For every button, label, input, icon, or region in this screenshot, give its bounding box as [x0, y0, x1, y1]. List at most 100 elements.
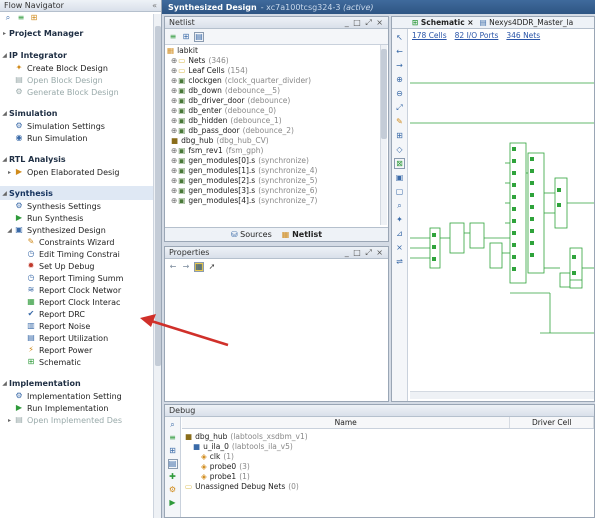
flatten-icon[interactable]: ▤	[194, 31, 204, 42]
netlist-row[interactable]: ⊕ ▣ gen_modules[1].s (synchronize_4)	[165, 165, 381, 175]
expanded-triangle-icon[interactable]: ◢	[0, 52, 9, 59]
netlist-root[interactable]: ▦ labkit	[165, 45, 381, 55]
expand-icon[interactable]: ⊕	[171, 76, 177, 85]
expand-all-icon[interactable]: ⊞	[181, 32, 191, 42]
netlist-row[interactable]: ⊕ ▣ gen_modules[4].s (synchronize_7)	[165, 195, 381, 205]
nav-item[interactable]: ✎ Constraints Wizard	[0, 236, 161, 248]
expand-icon[interactable]: ⊕	[171, 66, 177, 75]
section-ip[interactable]: ◢ IP Integrator	[0, 48, 161, 62]
tab-schematic[interactable]: ⊞ Schematic ×	[412, 18, 474, 27]
nav-item[interactable]: ▶ Run Implementation	[0, 402, 161, 414]
expanded-triangle-icon[interactable]: ◢	[0, 190, 9, 197]
close-icon[interactable]: ×	[467, 18, 473, 27]
scroll-thumb[interactable]	[155, 26, 161, 366]
section-syn[interactable]: ◢ Synthesis	[0, 186, 161, 200]
nav-item[interactable]: ▦ Report Clock Interac	[0, 296, 161, 308]
search-icon[interactable]: ⌕	[3, 13, 13, 23]
search-icon[interactable]: ⌕	[168, 420, 178, 430]
debug-row[interactable]: ◈ clk (1)	[185, 451, 308, 461]
expand-icon[interactable]: ⊕	[171, 196, 177, 205]
window-controls[interactable]: _ □ ⤢ ×	[345, 18, 384, 28]
expand-icon[interactable]: ⊕	[171, 106, 177, 115]
expanded-triangle-icon[interactable]: ◢	[0, 110, 9, 117]
flow-navigator-scrollbar[interactable]	[153, 14, 161, 518]
nav-item[interactable]: ✹ Set Up Debug	[0, 260, 161, 272]
netlist-row[interactable]: ⊕ ▣ db_pass_door (debounce_2)	[165, 125, 381, 135]
section-impl[interactable]: ◢ Implementation	[0, 376, 161, 390]
netlist-row[interactable]: ⊕ ▣ gen_modules[3].s (synchronize_6)	[165, 185, 381, 195]
expand-icon[interactable]: ⊕	[171, 146, 177, 155]
expand-icon[interactable]: ⊕	[171, 126, 177, 135]
tab-constraints-file[interactable]: ▤ Nexys4DDR_Master_la	[480, 18, 574, 27]
nav-item[interactable]: ▥ Report Noise	[0, 320, 161, 332]
run-debug-icon[interactable]: ▶	[168, 498, 178, 508]
nets-link[interactable]: 346 Nets	[506, 31, 540, 40]
link-icon[interactable]: ⇌	[394, 256, 405, 267]
netlist-row[interactable]: ⊕ ▭ Nets (346)	[165, 55, 381, 65]
nav-item[interactable]: ⚡ Report Power	[0, 344, 161, 356]
expand-icon[interactable]: ⊕	[171, 186, 177, 195]
nav-item[interactable]: ⚙ Generate Block Design	[0, 86, 161, 98]
forward-icon[interactable]: →	[394, 60, 405, 71]
debug-row[interactable]: ◈ probe0 (3)	[185, 461, 308, 471]
zoom-fit-icon[interactable]: ⤢	[394, 102, 405, 113]
tab-netlist[interactable]: ▦ Netlist	[282, 230, 322, 239]
nav-item[interactable]: ⚙ Implementation Setting	[0, 390, 161, 402]
expand-icon[interactable]: ⊕	[171, 176, 177, 185]
nav-item[interactable]: ▶ Run Synthesis	[0, 212, 161, 224]
netlist-row[interactable]: ⊕ ▣ db_enter (debounce_0)	[165, 105, 381, 115]
netlist-row[interactable]: ⊕ ▣ gen_modules[2].s (synchronize_5)	[165, 175, 381, 185]
expand-icon[interactable]: ⊞	[394, 130, 405, 141]
unmark-icon[interactable]: ▢	[394, 186, 405, 197]
netlist-row[interactable]: ⊕ ▣ db_down (debounce__5)	[165, 85, 381, 95]
netlist-row[interactable]: ⊕ ▣ db_driver_door (debounce)	[165, 95, 381, 105]
highlight-icon[interactable]: ✎	[394, 116, 405, 127]
collapsed-triangle-icon[interactable]: ▸	[5, 417, 14, 424]
collapsed-triangle-icon[interactable]: ▸	[5, 169, 14, 176]
collapse-all-icon[interactable]: ≡	[168, 32, 178, 42]
nav-item[interactable]: ◢ ▣ Synthesized Design	[0, 224, 161, 236]
netlist-row[interactable]: ⊕ ▣ db_hidden (debounce_1)	[165, 115, 381, 125]
mark-icon[interactable]: ▣	[394, 172, 405, 183]
debug-row[interactable]: ◈ probe1 (1)	[185, 471, 308, 481]
expand-all-icon[interactable]: ⊞	[168, 446, 178, 456]
expanded-triangle-icon[interactable]: ◢	[0, 156, 9, 163]
netlist-row[interactable]: ⊕ ▣ gen_modules[0].s (synchronize)	[165, 155, 381, 165]
delete-icon[interactable]: ×	[394, 242, 405, 253]
back-icon[interactable]: ←	[168, 262, 178, 272]
window-controls[interactable]: _ □ ⤢ ×	[345, 248, 384, 258]
expand-icon[interactable]: ⊕	[171, 86, 177, 95]
nav-item[interactable]: ▤ Open Block Design	[0, 74, 161, 86]
collapsed-triangle-icon[interactable]: ▸	[0, 30, 9, 37]
nav-item[interactable]: ⊞ Schematic	[0, 356, 161, 368]
debug-settings-icon[interactable]: ⚙	[168, 485, 178, 495]
regenerate-icon[interactable]: ⊠	[394, 158, 405, 169]
expanded-triangle-icon[interactable]: ◢	[5, 227, 14, 234]
schematic-canvas[interactable]	[410, 43, 594, 387]
add-probe-icon[interactable]: ✚	[168, 472, 178, 482]
expand-icon[interactable]: ⊕	[171, 56, 177, 65]
pin-icon[interactable]: ✦	[394, 214, 405, 225]
expand-icon[interactable]: ⊕	[171, 116, 177, 125]
nav-item[interactable]: ◷ Report Timing Summ	[0, 272, 161, 284]
netlist-row[interactable]: ■ dbg_hub (dbg_hub_CV)	[165, 135, 381, 145]
nav-item[interactable]: ◷ Edit Timing Constrai	[0, 248, 161, 260]
nav-item[interactable]: ◉ Run Simulation	[0, 132, 161, 144]
route-icon[interactable]: ◇	[394, 144, 405, 155]
section-rtl[interactable]: ◢ RTL Analysis	[0, 152, 161, 166]
expand-icon[interactable]: ⊕	[171, 166, 177, 175]
collapse-icon[interactable]: «	[152, 1, 157, 10]
netlist-row[interactable]: ⊕ ▭ Leaf Cells (154)	[165, 65, 381, 75]
nav-item[interactable]: ⚙ Synthesis Settings	[0, 200, 161, 212]
debug-row[interactable]: ▭ Unassigned Debug Nets (0)	[185, 481, 308, 491]
zoom-in-icon[interactable]: ⊕	[394, 74, 405, 85]
expand-all-icon[interactable]: ⊞	[29, 13, 39, 23]
section-sim[interactable]: ◢ Simulation	[0, 106, 161, 120]
io-ports-link[interactable]: 82 I/O Ports	[455, 31, 499, 40]
section-pm[interactable]: ▸ Project Manager	[0, 26, 161, 40]
debug-row[interactable]: ■ u_ila_0 (labtools_ila_v5)	[185, 441, 308, 451]
expand-icon[interactable]: ⊕	[171, 96, 177, 105]
collapse-all-icon[interactable]: ≡	[16, 13, 26, 23]
schematic-scrollbar[interactable]	[410, 391, 594, 399]
zoom-out-icon[interactable]: ⊖	[394, 88, 405, 99]
